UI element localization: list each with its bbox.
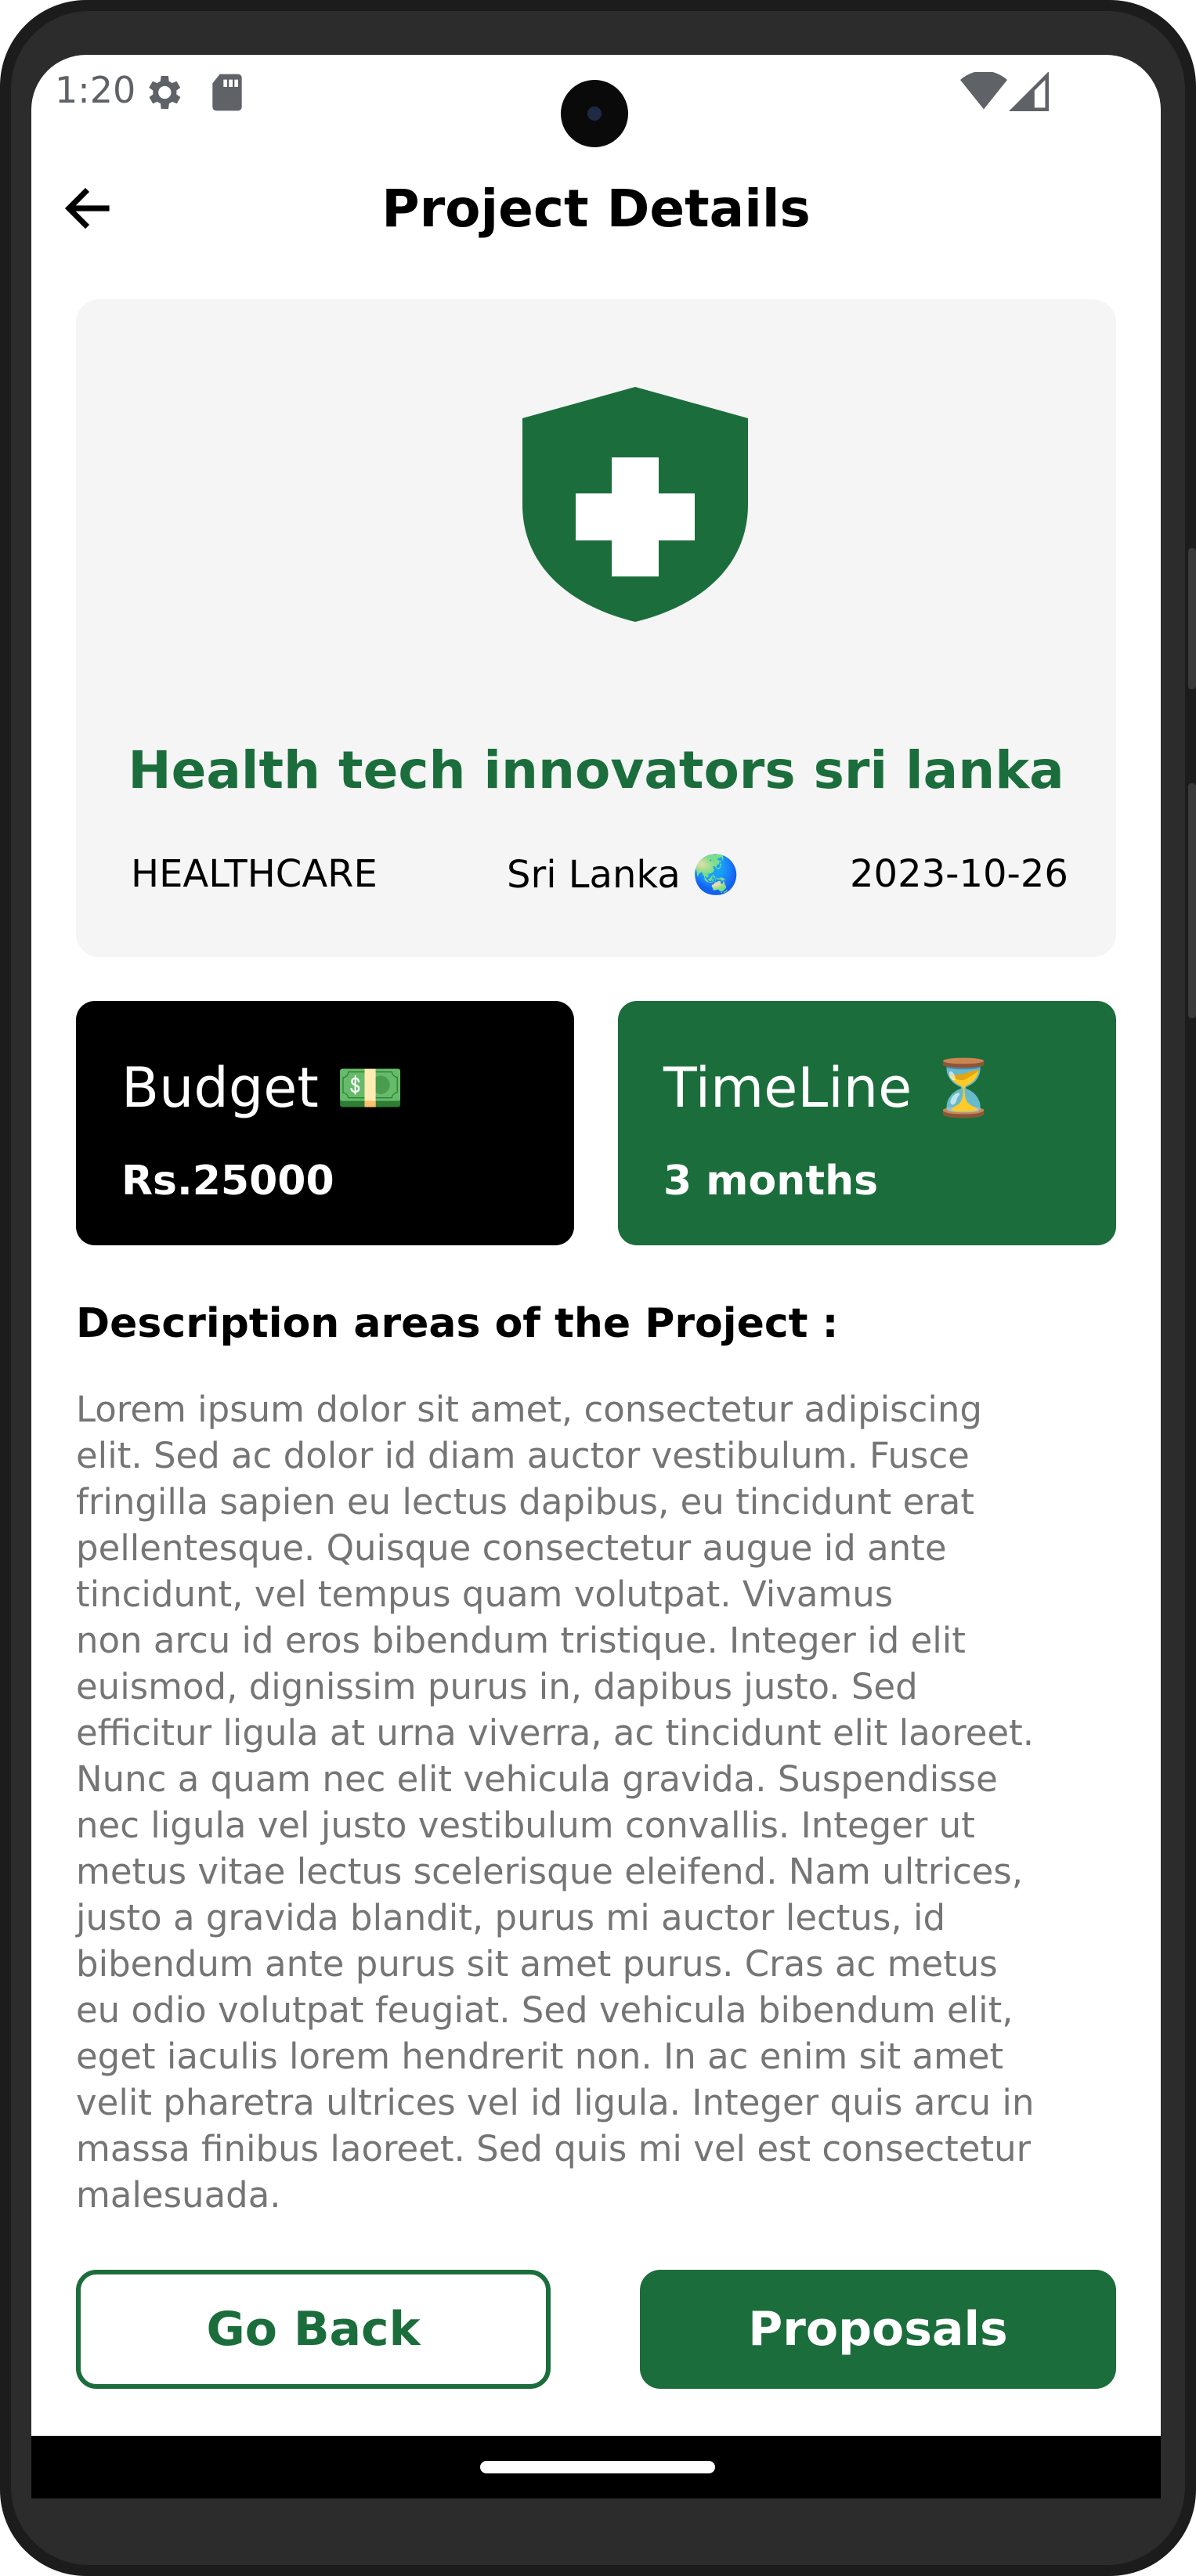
timeline-value: 3 months (663, 1158, 879, 1205)
project-location: Sri Lanka 🌏 (507, 853, 739, 897)
front-camera (561, 80, 628, 147)
description-body: Lorem ipsum dolor sit amet, consectetur … (76, 1389, 1035, 2216)
power-button (1188, 548, 1196, 689)
wifi-icon (960, 72, 1007, 110)
status-time: 1:20 (55, 69, 136, 111)
page-title: Project Details (381, 179, 811, 239)
project-date: 2023-10-26 (850, 852, 1068, 896)
volume-button (1188, 783, 1196, 1018)
project-name: Health tech innovators sri lanka (128, 740, 1064, 800)
navigation-bar (31, 2436, 1161, 2498)
project-category: HEALTHCARE (131, 852, 378, 896)
proposals-button[interactable]: Proposals (640, 2270, 1116, 2389)
budget-value: Rs.25000 (121, 1158, 334, 1205)
settings-gear-icon (149, 76, 181, 109)
description-heading: Description areas of the Project : (76, 1300, 839, 1347)
go-back-button[interactable]: Go Back (76, 2270, 551, 2389)
signal-icon (1009, 72, 1049, 111)
budget-title: Budget 💵 (121, 1056, 405, 1120)
home-gesture-handle[interactable] (480, 2461, 715, 2473)
sd-card-icon (212, 74, 242, 111)
timeline-title: TimeLine ⏳ (663, 1056, 998, 1120)
timeline-card: TimeLine ⏳ 3 months (618, 1001, 1116, 1245)
app-screen: 1:20 Project Details Health tech innovat… (31, 55, 1161, 2436)
budget-card: Budget 💵 Rs.25000 (76, 1001, 574, 1245)
project-hero-card: Health tech innovators sri lanka HEALTHC… (76, 299, 1116, 957)
shield-cross-icon (522, 387, 748, 622)
